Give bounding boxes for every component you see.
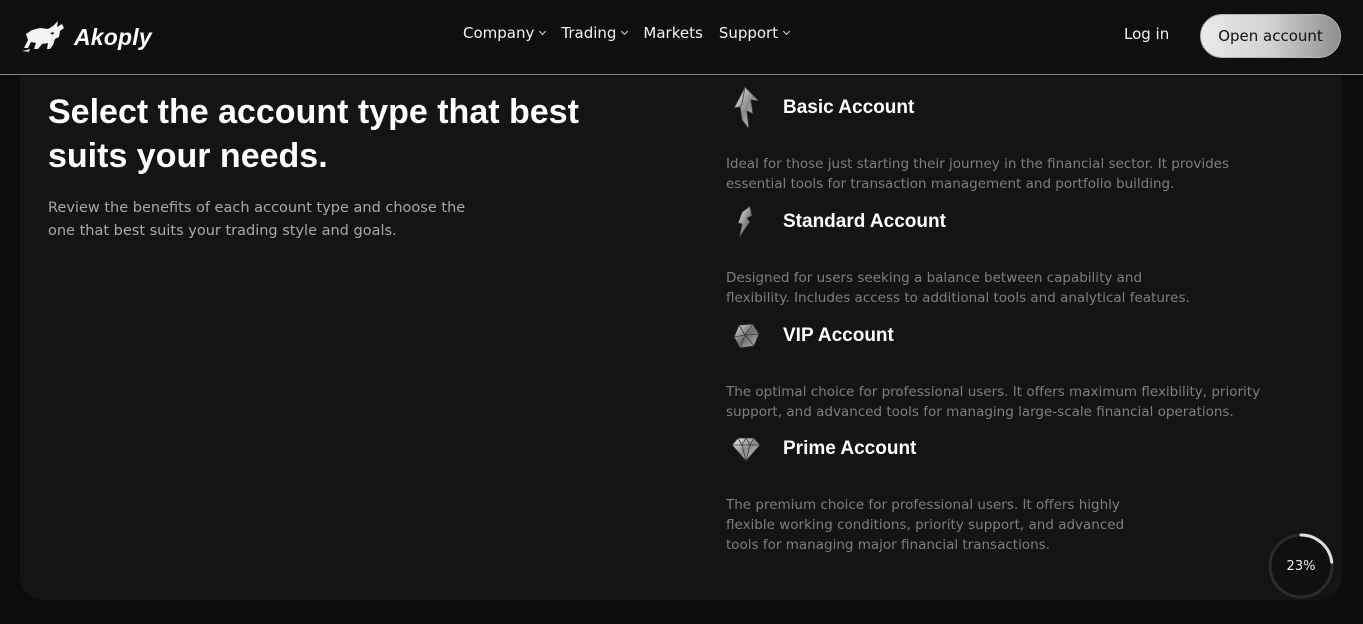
main-nav: Company Trading Markets Support [463,24,791,42]
nav-markets[interactable]: Markets [643,24,702,42]
progress-label: 23% [1286,558,1316,574]
chevron-down-icon [539,27,547,36]
account-basic: Basic Account Ideal for those just start… [726,86,1286,194]
nav-support[interactable]: Support [718,24,791,42]
account-description: Ideal for those just starting their jour… [726,156,1229,192]
site-header: Akoply Company Trading Markets Support L… [0,0,1363,75]
nav-company[interactable]: Company [463,24,547,42]
account-vip: VIP Account The optimal choice for profe… [726,314,1286,422]
nav-trading[interactable]: Trading [561,24,629,42]
gem-icon [726,314,766,358]
intro-text: Review the benefits of each account type… [48,200,466,239]
logo[interactable]: Akoply [20,18,152,56]
arrow-up-icon [726,86,766,130]
chevron-down-icon [783,27,791,36]
scroll-progress-button[interactable]: 23% [1267,532,1335,600]
page-title: Select the account type that best suits … [48,93,579,175]
diamond-icon [726,427,766,471]
account-title: Standard Account [783,211,946,232]
account-description: Designed for users seeking a balance bet… [726,270,1190,306]
lightning-icon [726,200,766,244]
nav-label: Trading [561,24,617,42]
account-prime: Prime Account The premium choice for pro… [726,427,1286,555]
account-description: The optimal choice for professional user… [726,384,1261,420]
account-title: Prime Account [783,438,917,459]
login-link[interactable]: Log in [1124,25,1169,43]
bull-icon [22,21,64,52]
account-title: Basic Account [783,97,915,118]
nav-label: Company [463,24,535,42]
chevron-down-icon [621,27,629,36]
account-description: The premium choice for professional user… [726,497,1125,553]
nav-label: Support [718,24,779,42]
nav-label: Markets [643,24,703,42]
account-standard: Standard Account Designed for users seek… [726,200,1286,308]
brand-name: Akoply [74,23,152,50]
open-account-button[interactable]: Open account [1200,14,1341,58]
account-title: VIP Account [783,325,894,346]
